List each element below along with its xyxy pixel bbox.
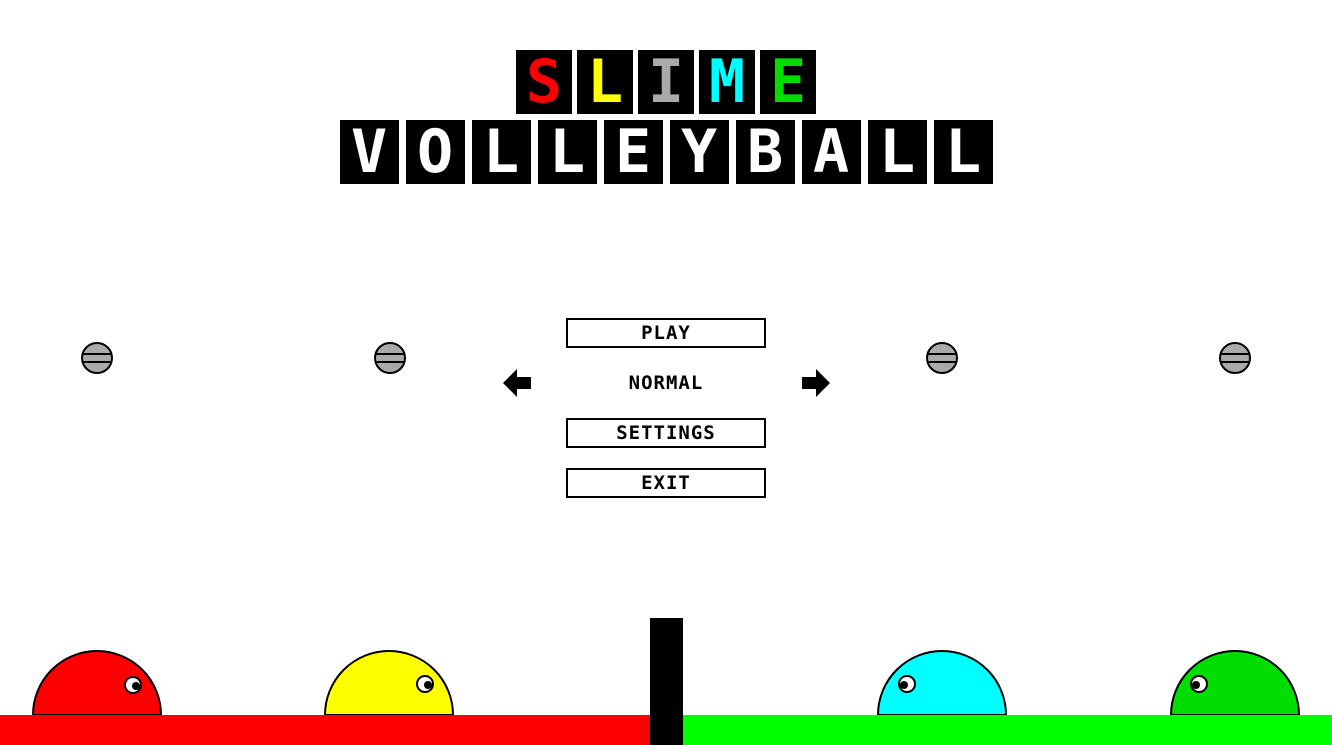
volleyball-icon <box>926 342 958 374</box>
volleyball-icon <box>1219 342 1251 374</box>
ball-1 <box>81 342 113 374</box>
settings-button[interactable]: SETTINGS <box>566 418 766 448</box>
ball-4 <box>1219 342 1251 374</box>
slime-cyan <box>876 650 1008 716</box>
slime-yellow <box>323 650 455 716</box>
arrow-left-icon[interactable] <box>501 367 533 399</box>
exit-button[interactable]: EXIT <box>566 468 766 498</box>
court-left <box>0 715 650 745</box>
volleyball-icon <box>81 342 113 374</box>
court-right <box>683 715 1332 745</box>
ball-2 <box>374 342 406 374</box>
slime-red <box>31 650 163 716</box>
slime-green <box>1169 650 1301 716</box>
ball-3 <box>926 342 958 374</box>
arrow-right-icon[interactable] <box>800 367 832 399</box>
game-mode-label: NORMAL <box>628 372 704 394</box>
volleyball-icon <box>374 342 406 374</box>
net <box>650 618 683 745</box>
play-button[interactable]: PLAY <box>566 318 766 348</box>
